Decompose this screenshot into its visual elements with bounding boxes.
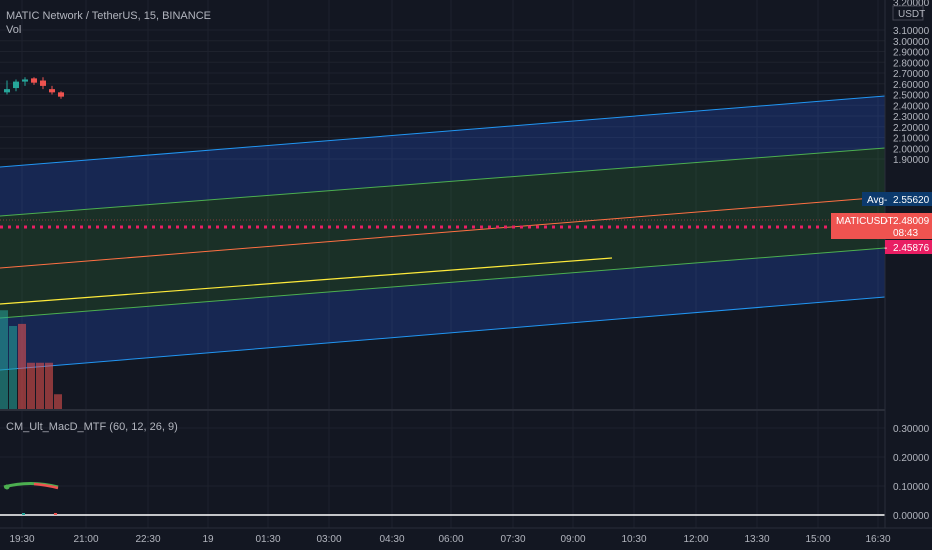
time-tick-label: 12:00	[683, 534, 708, 545]
price-tick-label: 2.00000	[893, 144, 930, 155]
candle-body[interactable]	[22, 79, 28, 82]
svg-text:2.48009: 2.48009	[893, 216, 930, 227]
price-tick-label: 2.20000	[893, 123, 930, 134]
volume-bar	[9, 326, 17, 410]
svg-text:2.45876: 2.45876	[893, 243, 930, 254]
price-tick-label: 2.10000	[893, 134, 930, 145]
time-tick-label: 21:00	[73, 534, 98, 545]
avg-dash: -	[884, 195, 887, 206]
volume-bar	[36, 362, 44, 410]
price-tick-label: 3.00000	[893, 37, 930, 48]
svg-text:08:43: 08:43	[893, 228, 918, 239]
macd-hist-up	[22, 513, 25, 515]
price-tick-label: 2.40000	[893, 101, 930, 112]
line-dash: -	[884, 243, 887, 254]
candle-body[interactable]	[13, 81, 19, 89]
price-tick-label: 3.10000	[893, 26, 930, 37]
time-axis-ticks: 19:30 21:00 22:30 19 01:30 03:00 04:30 06:00 07:…	[9, 534, 890, 545]
price-tick-label: 2.80000	[893, 58, 930, 69]
indicator-tick-label: 0.10000	[893, 482, 930, 493]
time-tick-label: 10:30	[621, 534, 646, 545]
time-tick-label: 22:30	[135, 534, 160, 545]
time-tick-label: 04:30	[379, 534, 404, 545]
volume-bar	[0, 310, 8, 410]
currency-label: USDT	[898, 9, 925, 20]
current-price-tag: MATICUSDT - 2.48009 08:43	[831, 213, 932, 239]
time-tick-label: 01:30	[255, 534, 280, 545]
time-tick-label: 13:30	[744, 534, 769, 545]
candle-body[interactable]	[58, 92, 64, 97]
price-line-tag: - 2.45876	[884, 240, 932, 254]
price-tick-label: 2.60000	[893, 80, 930, 91]
volume-indicator-label[interactable]: Vol	[6, 24, 21, 37]
time-tick-label: 06:00	[438, 534, 463, 545]
volume-bar	[18, 323, 26, 410]
price-tick-label: 2.70000	[893, 69, 930, 80]
volume-bar	[54, 394, 62, 410]
volume-bar	[27, 362, 35, 410]
indicator-tick-label: 0.00000	[893, 511, 930, 522]
candle-body[interactable]	[40, 80, 46, 86]
time-tick-label: 03:00	[316, 534, 341, 545]
candle-body[interactable]	[31, 78, 37, 83]
price-tick-label: 2.90000	[893, 48, 930, 59]
volume-bar	[45, 362, 53, 410]
chart-canvas[interactable]: 3.20000 USDT 3.100003.000002.900002.8000…	[0, 0, 932, 550]
time-tick-label: 15:00	[805, 534, 830, 545]
candle-body[interactable]	[49, 89, 55, 93]
indicator-tick-label: 0.20000	[893, 453, 930, 464]
time-tick-label: 19	[202, 534, 214, 545]
macd-hist-down	[54, 513, 57, 515]
price-tick-label: 1.90000	[893, 155, 930, 166]
avg-price-tag: Avg - 2.55620	[862, 192, 932, 206]
indicator-tick-label: 0.30000	[893, 424, 930, 435]
time-tick-label: 16:30	[865, 534, 890, 545]
time-tick-label: 09:00	[560, 534, 585, 545]
price-tick-label: 2.50000	[893, 91, 930, 102]
time-tick-label: 19:30	[9, 534, 34, 545]
price-axis-ticks: 3.100003.000002.900002.800002.700002.600…	[893, 26, 930, 166]
svg-text:2.55620: 2.55620	[893, 195, 930, 206]
macd-indicator-title[interactable]: CM_Ult_MacD_MTF (60, 12, 26, 9)	[6, 421, 178, 434]
price-tick-label: 2.30000	[893, 112, 930, 123]
time-tick-label: 07:30	[500, 534, 525, 545]
macd-cross-dot	[4, 484, 10, 490]
candle-body[interactable]	[4, 89, 10, 93]
svg-text:Avg: Avg	[867, 195, 884, 206]
symbol-title[interactable]: MATIC Network / TetherUS, 15, BINANCE	[6, 10, 211, 23]
current-dash: -	[885, 216, 888, 227]
